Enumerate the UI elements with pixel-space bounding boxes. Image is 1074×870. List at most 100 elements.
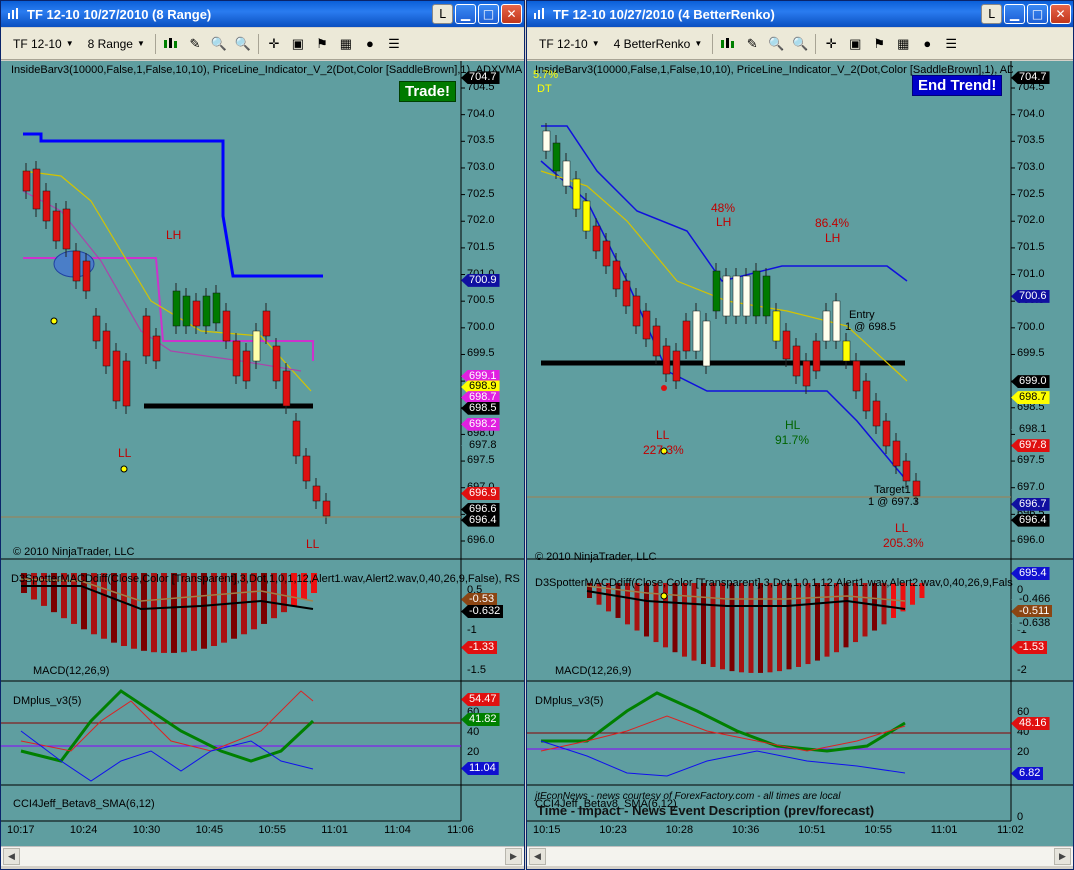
candle bbox=[192, 300, 201, 327]
link-button[interactable]: L bbox=[432, 4, 453, 24]
data-box-icon[interactable]: ☰ bbox=[942, 35, 960, 53]
candle bbox=[172, 290, 181, 327]
candle bbox=[732, 275, 741, 317]
close-button[interactable]: ✕ bbox=[1050, 4, 1071, 24]
period-dropdown[interactable]: 4 BetterRenko ▼ bbox=[610, 37, 707, 51]
chevron-down-icon: ▼ bbox=[65, 39, 74, 48]
chart-window-right[interactable]: TF 12-10 10/27/2010 (4 BetterRenko) L ▁ … bbox=[526, 0, 1074, 870]
indicator-legend: InsideBarv3(10000,False,1,False,10,10), … bbox=[11, 64, 523, 76]
close-button[interactable]: ✕ bbox=[501, 4, 522, 24]
macd-tag: -0.632 bbox=[461, 605, 504, 618]
time-axis-label: 11:02 bbox=[997, 824, 1024, 836]
horizontal-scrollbar[interactable]: ◀ ▶ bbox=[527, 846, 1073, 866]
annotation-pct: 205.3% bbox=[883, 536, 924, 550]
link-button[interactable]: L bbox=[981, 4, 1002, 24]
macd-bar bbox=[625, 583, 630, 625]
price-axis-label: 699.5 bbox=[1017, 347, 1045, 360]
price-tag: 695.4 bbox=[1011, 566, 1050, 580]
candle bbox=[622, 280, 631, 307]
chart-canvas[interactable] bbox=[1, 61, 525, 846]
candle bbox=[662, 345, 671, 375]
macd-bar bbox=[758, 583, 763, 673]
time-axis-label: 10:28 bbox=[665, 824, 694, 836]
chart-app-icon bbox=[7, 7, 21, 21]
crosshair-icon[interactable]: ✛ bbox=[265, 35, 283, 53]
price-chart-area[interactable]: InsideBarv3(10000,False,1,False,10,10), … bbox=[527, 61, 1073, 846]
horizontal-scrollbar[interactable]: ◀ ▶ bbox=[1, 846, 524, 866]
price-axis-label: 699.5 bbox=[467, 347, 495, 360]
chevron-down-icon: ▼ bbox=[694, 39, 703, 48]
candle bbox=[872, 400, 881, 427]
time-axis-label: 10:55 bbox=[258, 824, 286, 836]
title-bar[interactable]: TF 12-10 10/27/2010 (4 BetterRenko) L ▁ … bbox=[527, 1, 1073, 27]
minimize-button[interactable]: ▁ bbox=[1004, 4, 1025, 24]
macd-axis-label: -1 bbox=[467, 624, 477, 636]
zoom-out-icon[interactable]: 🔍 bbox=[791, 35, 809, 53]
indicator-icon[interactable]: ▦ bbox=[337, 35, 355, 53]
candlestick-style-icon[interactable] bbox=[719, 35, 737, 53]
scroll-right-icon[interactable]: ▶ bbox=[505, 848, 522, 865]
candle bbox=[222, 310, 231, 342]
candle bbox=[212, 292, 221, 324]
money-icon[interactable]: ● bbox=[361, 35, 379, 53]
instrument-dropdown[interactable]: TF 12-10 ▼ bbox=[535, 37, 604, 51]
signal-dot bbox=[50, 317, 58, 325]
scroll-left-icon[interactable]: ◀ bbox=[3, 848, 20, 865]
properties-icon[interactable]: ▣ bbox=[289, 35, 307, 53]
maximize-button[interactable]: □ bbox=[1027, 4, 1048, 24]
money-icon[interactable]: ● bbox=[918, 35, 936, 53]
annotation-pct: 86.4% bbox=[815, 216, 850, 230]
candle bbox=[572, 178, 581, 210]
price-tag: 700.9 bbox=[461, 273, 500, 287]
macd-bar bbox=[862, 583, 868, 637]
title-bar[interactable]: TF 12-10 10/27/2010 (8 Range) L ▁ □ ✕ bbox=[1, 1, 524, 27]
macd-bar bbox=[881, 583, 887, 625]
price-axis-label: 700.5 bbox=[467, 294, 495, 307]
pencil-draw-icon[interactable]: ✎ bbox=[186, 35, 204, 53]
price-axis-label: 700.0 bbox=[467, 320, 495, 333]
macd-bar bbox=[786, 583, 792, 670]
time-axis-label: 11:01 bbox=[321, 824, 348, 836]
macd-bar bbox=[691, 583, 697, 661]
candle bbox=[712, 270, 721, 312]
zoom-out-icon[interactable]: 🔍 bbox=[234, 35, 252, 53]
zoom-in-icon[interactable]: 🔍 bbox=[210, 35, 228, 53]
data-box-icon[interactable]: ☰ bbox=[385, 35, 403, 53]
time-axis-label: 10:36 bbox=[731, 824, 760, 836]
annotation-lh: LH bbox=[825, 231, 841, 245]
annotation-pct: 91.7% bbox=[775, 433, 810, 447]
instrument-dropdown[interactable]: TF 12-10 ▼ bbox=[9, 37, 78, 51]
macd-bar bbox=[739, 583, 744, 673]
properties-icon[interactable]: ▣ bbox=[846, 35, 864, 53]
candlestick-style-icon[interactable] bbox=[162, 35, 180, 53]
minimize-button[interactable]: ▁ bbox=[455, 4, 476, 24]
price-tag: 696.4 bbox=[1011, 513, 1050, 527]
macd-bar bbox=[796, 583, 801, 667]
candle bbox=[642, 310, 651, 340]
crosshair-icon[interactable]: ✛ bbox=[822, 35, 840, 53]
price-chart-area[interactable]: InsideBarv3(10000,False,1,False,10,10), … bbox=[1, 61, 524, 846]
price-axis-label: 702.0 bbox=[1017, 214, 1045, 227]
candle bbox=[202, 295, 211, 327]
strategy-icon[interactable]: ⚑ bbox=[313, 35, 331, 53]
pencil-draw-icon[interactable]: ✎ bbox=[743, 35, 761, 53]
maximize-button[interactable]: □ bbox=[478, 4, 499, 24]
scroll-right-icon[interactable]: ▶ bbox=[1054, 848, 1071, 865]
chart-canvas[interactable] bbox=[527, 61, 1074, 846]
signal-dot bbox=[120, 465, 128, 473]
candle bbox=[242, 350, 251, 382]
price-axis-label: 696.0 bbox=[1017, 534, 1045, 546]
dt-label: DT bbox=[537, 83, 552, 95]
price-axis-label: 704.0 bbox=[467, 107, 495, 120]
strategy-icon[interactable]: ⚑ bbox=[870, 35, 888, 53]
indicator-icon[interactable]: ▦ bbox=[894, 35, 912, 53]
chart-window-left[interactable]: TF 12-10 10/27/2010 (8 Range) L ▁ □ ✕ TF… bbox=[0, 0, 525, 870]
candle bbox=[792, 345, 801, 377]
macd-bar bbox=[815, 583, 820, 661]
period-dropdown[interactable]: 8 Range ▼ bbox=[84, 37, 149, 51]
scroll-left-icon[interactable]: ◀ bbox=[529, 848, 546, 865]
zoom-in-icon[interactable]: 🔍 bbox=[767, 35, 785, 53]
macd-tag: -0.511 bbox=[1011, 605, 1053, 618]
copyright-text: © 2010 NinjaTrader, LLC bbox=[535, 551, 657, 563]
candle bbox=[772, 310, 781, 342]
